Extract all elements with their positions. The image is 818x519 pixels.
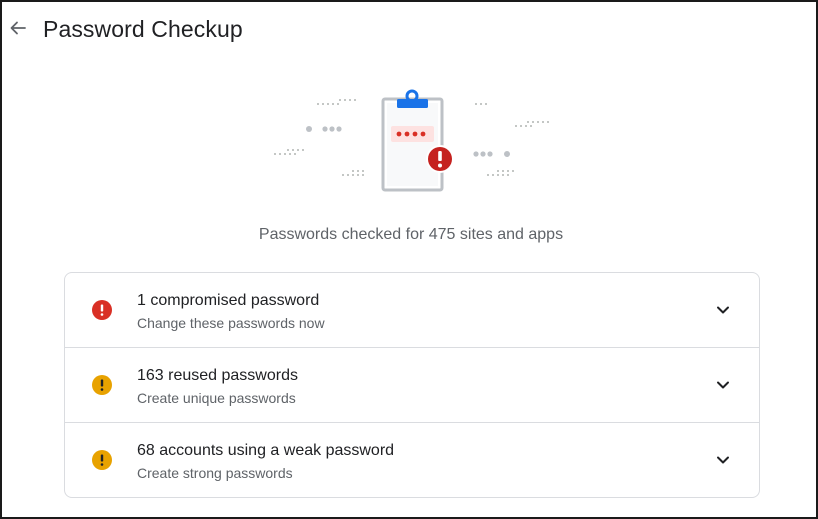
row-title: 68 accounts using a weak password	[137, 442, 395, 459]
checkup-results-card: 1 compromised password Change these pass…	[64, 272, 760, 498]
check-summary: Passwords checked for 475 sites and apps	[258, 226, 564, 243]
row-text: 1 compromised password Change these pass…	[137, 291, 325, 332]
compromised-passwords-row[interactable]: 1 compromised password Change these pass…	[65, 273, 759, 348]
row-subtitle: Create unique passwords	[137, 390, 296, 406]
row-title: 163 reused passwords	[137, 367, 298, 384]
expand-button[interactable]	[713, 300, 733, 320]
error-icon	[92, 300, 112, 320]
row-text: 163 reused passwords Create unique passw…	[137, 366, 298, 407]
chevron-down-icon	[717, 456, 729, 464]
chevron-down-icon	[717, 381, 729, 389]
warning-icon	[92, 450, 112, 470]
weak-passwords-row[interactable]: 68 accounts using a weak password Create…	[65, 423, 759, 497]
password-checkup-page: Password Checkup Passwords checked for 4…	[0, 0, 818, 519]
row-title: 1 compromised password	[137, 292, 320, 309]
chevron-down-icon	[717, 306, 729, 314]
clipboard-password-warning-icon	[274, 89, 549, 192]
warning-icon	[92, 375, 112, 395]
row-text: 68 accounts using a weak password Create…	[137, 441, 394, 482]
reused-passwords-row[interactable]: 163 reused passwords Create unique passw…	[65, 348, 759, 423]
row-subtitle: Create strong passwords	[137, 465, 293, 481]
row-subtitle: Change these passwords now	[137, 315, 325, 331]
expand-button[interactable]	[713, 450, 733, 470]
expand-button[interactable]	[713, 375, 733, 395]
